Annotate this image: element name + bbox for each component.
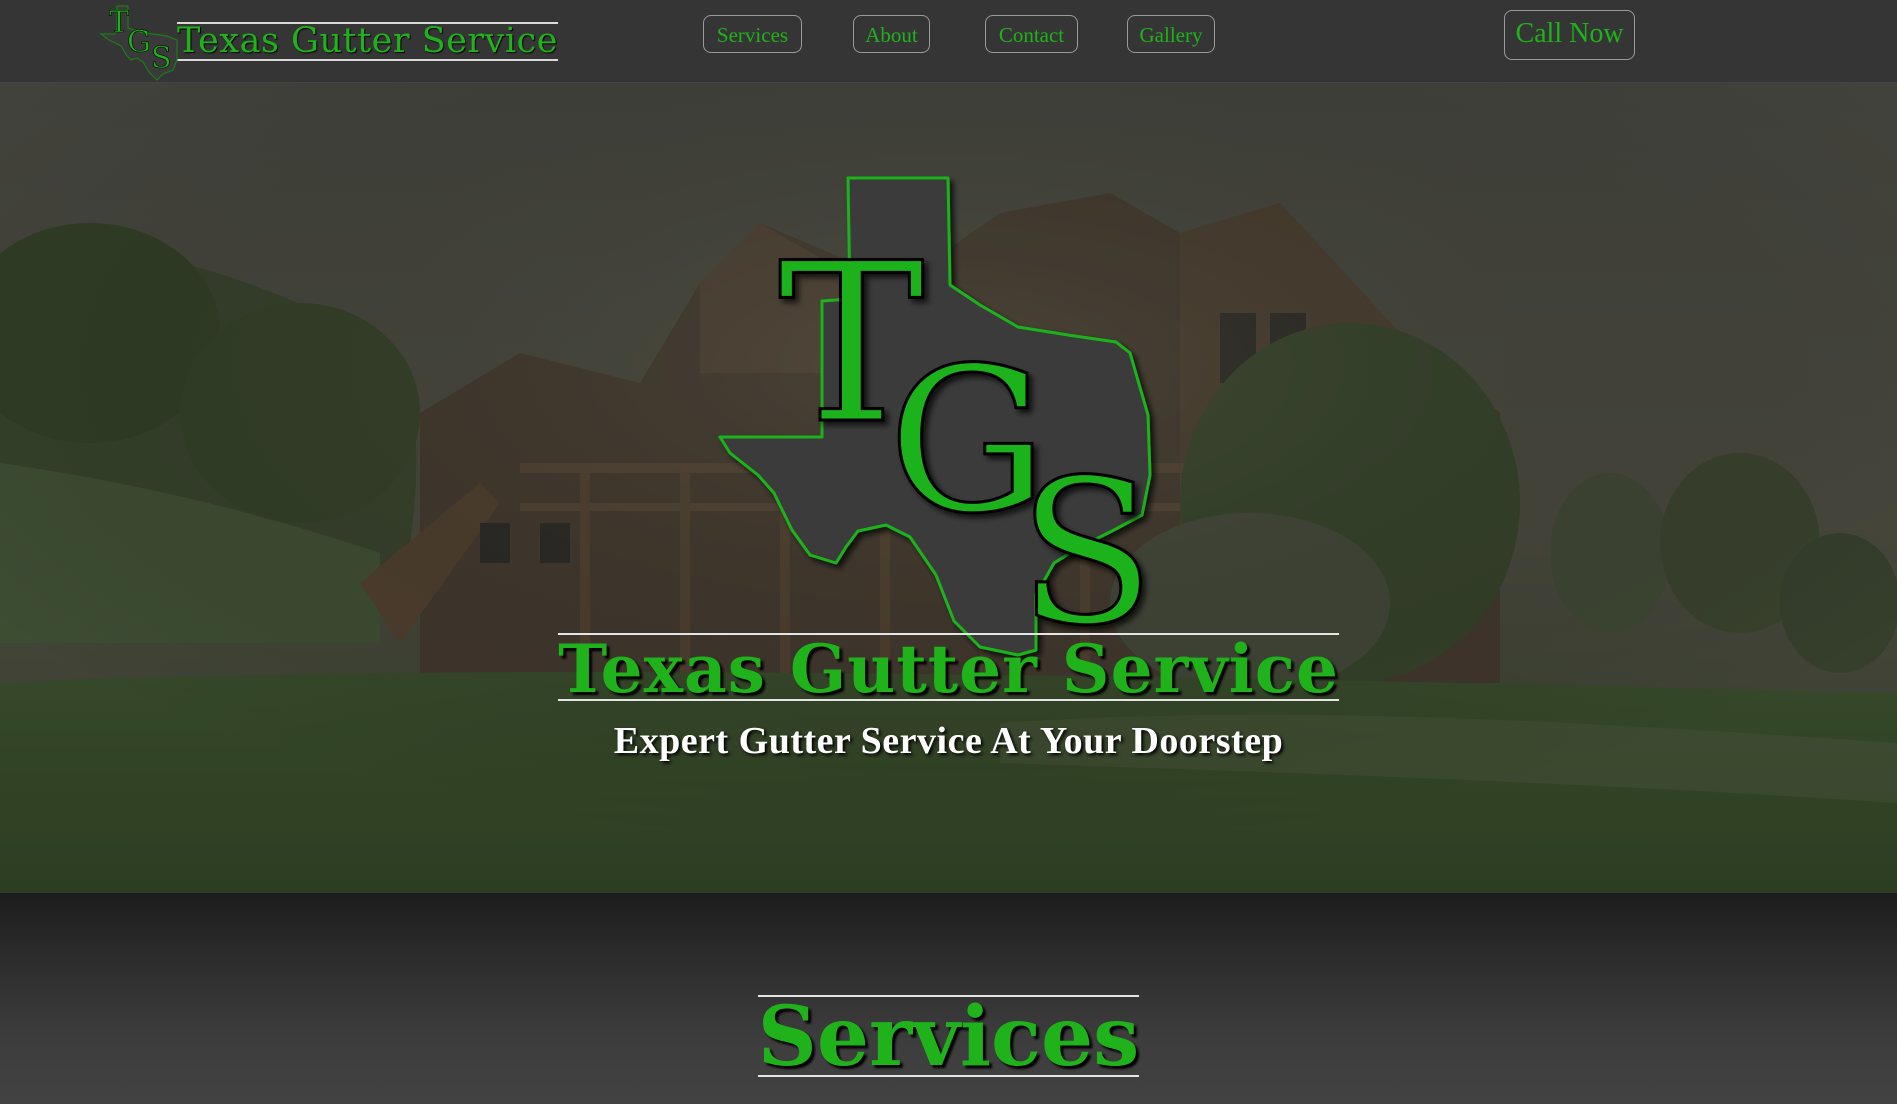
services-heading-container: Services	[0, 989, 1897, 1085]
hero-title-container: Texas Gutter Service	[0, 630, 1897, 708]
brand-logo-letter-s: S	[151, 41, 172, 76]
tgs-logo-icon: T G S	[95, 0, 179, 82]
call-now-button[interactable]: Call Now	[1504, 10, 1635, 60]
nav-link-about[interactable]: About	[853, 15, 930, 53]
brand-home-link[interactable]: T G S Texas Gutter Service	[95, 0, 558, 82]
brand-logo-letter-g: G	[127, 25, 151, 60]
nav-link-gallery[interactable]: Gallery	[1127, 15, 1215, 53]
nav-link-services[interactable]: Services	[703, 15, 802, 53]
hero-section: T G S Texas Gutter Service Expert Gutter…	[0, 83, 1897, 893]
tgs-texas-logo-icon: T G S	[718, 176, 1157, 672]
brand-logo-letter-t: T	[109, 5, 129, 40]
brand-name: Texas Gutter Service	[177, 20, 558, 61]
nav-link-contact[interactable]: Contact	[985, 15, 1078, 53]
services-heading: Services	[757, 989, 1140, 1085]
top-navbar: T G S Texas Gutter Service Services Abou…	[0, 0, 1897, 83]
services-section: Services	[0, 893, 1897, 1104]
hero-subtitle: Expert Gutter Service At Your Doorstep	[613, 720, 1284, 762]
hero-title: Texas Gutter Service	[558, 630, 1339, 708]
